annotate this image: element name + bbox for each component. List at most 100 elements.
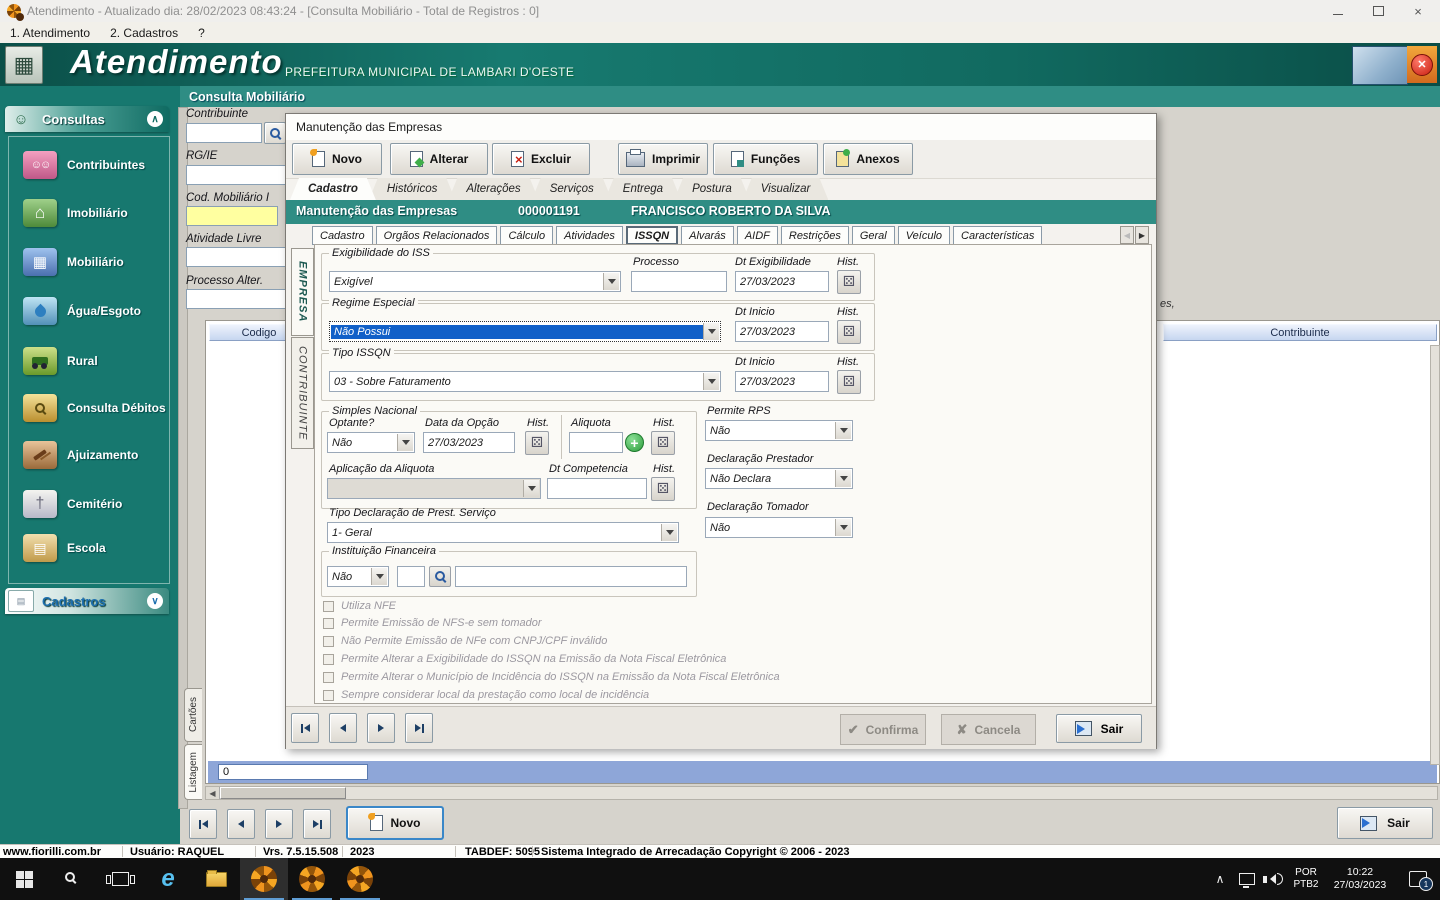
checkbox-alterar-exigibilidade[interactable]: Permite Alterar a Exigibilidade do ISSQN… bbox=[323, 653, 726, 665]
taskbar-explorer-button[interactable] bbox=[192, 858, 240, 900]
tab-inner-restricoes[interactable]: Restrições bbox=[781, 226, 849, 245]
tab-inner-calculo[interactable]: Cálculo bbox=[500, 226, 553, 245]
exigibilidade-hist-button[interactable] bbox=[837, 270, 861, 294]
tab-servicos[interactable]: Serviços bbox=[532, 178, 612, 200]
grid-selected-row[interactable] bbox=[208, 761, 1437, 783]
sidebar-item-agua-esgoto[interactable]: Água/Esgoto bbox=[23, 295, 173, 327]
aplicacao-aliquota-combo[interactable] bbox=[327, 478, 541, 499]
sair-button[interactable]: Sair bbox=[1337, 807, 1433, 839]
tab-inner-alvaras[interactable]: Alvarás bbox=[681, 226, 734, 245]
dialog-nav-previous-button[interactable] bbox=[329, 713, 357, 743]
toolbar-funcoes-button[interactable]: Funções bbox=[713, 143, 818, 175]
tab-entrega[interactable]: Entrega bbox=[605, 178, 681, 200]
confirma-button[interactable]: ✔Confirma bbox=[840, 714, 926, 745]
tab-alteracoes[interactable]: Alterações bbox=[448, 178, 538, 200]
simples-hist-button[interactable] bbox=[525, 431, 549, 455]
tab-cadastro[interactable]: Cadastro bbox=[290, 178, 376, 200]
taskbar-app1-button[interactable] bbox=[240, 858, 288, 900]
aliquota-input[interactable] bbox=[569, 432, 623, 453]
sidebar-item-contribuintes[interactable]: ☺☺ Contribuintes bbox=[23, 149, 173, 181]
permite-rps-combo[interactable]: Não bbox=[705, 420, 853, 441]
checkbox-utiliza-nfe[interactable]: Utiliza NFE bbox=[323, 600, 396, 612]
tab-inner-caracteristicas[interactable]: Características bbox=[953, 226, 1042, 245]
toolbar-alterar-button[interactable]: Alterar bbox=[390, 143, 488, 175]
aliquota-hist-button[interactable] bbox=[651, 431, 675, 455]
maximize-button[interactable] bbox=[1358, 0, 1398, 22]
data-opcao-input[interactable]: 27/03/2023 bbox=[423, 432, 515, 453]
instituicao-search-button[interactable] bbox=[429, 566, 451, 587]
taskbar-ie-button[interactable]: e bbox=[144, 858, 192, 900]
contribuinte-input[interactable] bbox=[186, 123, 262, 143]
tipo-issqn-combo[interactable]: 03 - Sobre Faturamento bbox=[329, 371, 721, 392]
sidebar-section-cadastros[interactable]: ▤ Cadastros ∨ bbox=[5, 588, 169, 614]
taskbar-app3-button[interactable] bbox=[336, 858, 384, 900]
dialog-nav-last-button[interactable] bbox=[405, 713, 433, 743]
regime-hist-button[interactable] bbox=[837, 320, 861, 344]
toolbar-novo-button[interactable]: Novo bbox=[292, 143, 382, 175]
nav-last-button[interactable] bbox=[303, 809, 331, 839]
checkbox-emissao-sem-tomador[interactable]: Permite Emissão de NFS-e sem tomador bbox=[323, 617, 542, 629]
tray-clock[interactable]: 10:2227/03/2023 bbox=[1324, 858, 1396, 900]
instituicao-nome-input[interactable] bbox=[455, 566, 687, 587]
dt-competencia-input[interactable] bbox=[547, 478, 647, 499]
tipo-declaracao-combo[interactable]: 1- Geral bbox=[327, 522, 679, 543]
speaker-icon[interactable] bbox=[1258, 858, 1288, 900]
dialog-nav-first-button[interactable] bbox=[291, 713, 319, 743]
action-center-button[interactable]: 1 bbox=[1398, 858, 1438, 900]
dt-exigibilidade-input[interactable]: 27/03/2023 bbox=[735, 271, 829, 292]
side-tab-contribuinte[interactable]: CONTRIBUINTE bbox=[291, 337, 314, 449]
tabs-scroll-right-icon[interactable]: ▶ bbox=[1135, 226, 1149, 244]
tab-visualizar[interactable]: Visualizar bbox=[743, 178, 829, 200]
record-count-field[interactable]: 0 bbox=[218, 764, 368, 780]
sidebar-section-consultas[interactable]: ☺ Consultas ∧ bbox=[5, 106, 169, 132]
tab-historicos[interactable]: Históricos bbox=[369, 178, 455, 200]
checkbox-nfe-cnpj-invalido[interactable]: Não Permite Emissão de NFe com CNPJ/CPF … bbox=[323, 635, 607, 647]
optante-combo[interactable]: Não bbox=[327, 432, 415, 453]
cancela-button[interactable]: ✘Cancela bbox=[941, 714, 1036, 745]
tab-inner-geral[interactable]: Geral bbox=[852, 226, 895, 245]
novo-button[interactable]: Novo bbox=[347, 807, 443, 839]
sidebar-item-rural[interactable]: Rural bbox=[23, 345, 173, 377]
tab-cartoes[interactable]: Cartões bbox=[184, 688, 202, 742]
dialog-nav-next-button[interactable] bbox=[367, 713, 395, 743]
start-button[interactable] bbox=[0, 858, 48, 900]
banner-exit-area[interactable]: ✕ bbox=[1407, 46, 1437, 83]
instituicao-combo[interactable]: Não bbox=[327, 566, 389, 587]
sidebar-item-imobiliario[interactable]: ⌂ Imobiliário bbox=[23, 197, 173, 229]
declaracao-tomador-combo[interactable]: Não bbox=[705, 517, 853, 538]
toolbar-imprimir-button[interactable]: Imprimir bbox=[618, 143, 708, 175]
tab-inner-atividades[interactable]: Atividades bbox=[556, 226, 623, 245]
tray-language[interactable]: PORPTB2 bbox=[1288, 858, 1324, 900]
menu-help[interactable]: ? bbox=[188, 22, 215, 43]
exigibilidade-combo[interactable]: Exigível bbox=[329, 271, 621, 292]
grid-column-contribuinte[interactable]: Contribuinte bbox=[1163, 324, 1437, 341]
tab-inner-aidf[interactable]: AIDF bbox=[737, 226, 778, 245]
sidebar-item-mobiliario[interactable]: ▦ Mobiliário bbox=[23, 246, 173, 278]
close-button[interactable]: × bbox=[1398, 0, 1438, 22]
tipo-issqn-dt-input[interactable]: 27/03/2023 bbox=[735, 371, 829, 392]
tab-listagem[interactable]: Listagem bbox=[184, 744, 202, 800]
nav-first-button[interactable] bbox=[189, 809, 217, 839]
tab-inner-cadastro[interactable]: Cadastro bbox=[312, 226, 373, 245]
sidebar-item-consulta-debitos[interactable]: Consulta Débitos bbox=[23, 392, 173, 424]
taskbar-search-button[interactable] bbox=[48, 858, 96, 900]
tab-inner-orgaos-relacionados[interactable]: Orgãos Relacionados bbox=[376, 226, 498, 245]
tabs-scroll-left-icon[interactable]: ◀ bbox=[1120, 226, 1134, 244]
task-view-button[interactable] bbox=[96, 858, 144, 900]
regime-especial-combo[interactable]: Não Possui bbox=[329, 321, 721, 342]
aliquota-add-button[interactable]: + bbox=[625, 433, 644, 452]
nav-next-button[interactable] bbox=[265, 809, 293, 839]
competencia-hist-button[interactable] bbox=[651, 477, 675, 501]
dialog-sair-button[interactable]: Sair bbox=[1056, 714, 1142, 743]
checkbox-alterar-municipio[interactable]: Permite Alterar o Município de Incidênci… bbox=[323, 671, 780, 683]
cod-mobiliario-input[interactable] bbox=[186, 206, 278, 226]
scrollbar-thumb[interactable] bbox=[220, 787, 346, 799]
sidebar-item-ajuizamento[interactable]: Ajuizamento bbox=[23, 439, 173, 471]
tab-postura[interactable]: Postura bbox=[674, 178, 750, 200]
side-tab-empresa[interactable]: EMPRESA bbox=[291, 248, 314, 336]
contribuinte-search-button[interactable] bbox=[264, 122, 286, 144]
grid-horizontal-scrollbar[interactable]: ◀ bbox=[205, 786, 1438, 800]
nav-previous-button[interactable] bbox=[227, 809, 255, 839]
tray-hidden-icons-button[interactable]: ∧ bbox=[1206, 858, 1234, 900]
sidebar-item-escola[interactable]: ▤ Escola bbox=[23, 532, 173, 564]
